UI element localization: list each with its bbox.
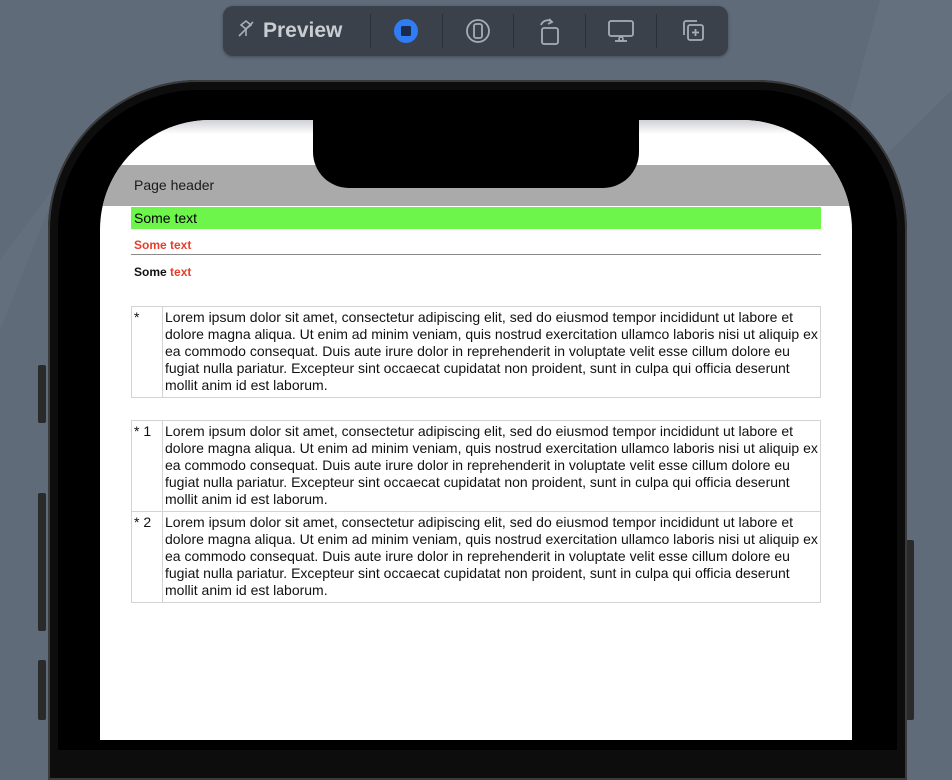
list-marker: * 1 [131, 420, 163, 512]
device-side-button [38, 660, 46, 720]
preview-toolbar: Preview [223, 6, 728, 56]
list-item-text: Lorem ipsum dolor sit amet, consectetur … [162, 511, 821, 603]
display-icon [607, 18, 635, 44]
list-item: * Lorem ipsum dolor sit amet, consectetu… [131, 306, 821, 398]
list-item-text: Lorem ipsum dolor sit amet, consectetur … [162, 306, 821, 398]
green-highlight-text: Some text [131, 207, 821, 229]
list-item-text: Lorem ipsum dolor sit amet, consectetur … [162, 420, 821, 512]
divider [131, 254, 821, 255]
list-item: * 2 Lorem ipsum dolor sit amet, consecte… [131, 511, 821, 603]
preview-label: Preview [263, 19, 343, 42]
device-side-button [38, 365, 46, 423]
rotate-button[interactable] [514, 6, 585, 56]
preview-title: Preview [223, 18, 370, 45]
rotate-icon [537, 16, 563, 46]
preview-pin-icon[interactable] [235, 18, 257, 45]
mixed-text-black: Some [134, 265, 167, 279]
mixed-color-text: Some text [134, 265, 191, 279]
device-settings-icon [465, 18, 491, 44]
live-preview-icon [393, 18, 419, 44]
bullet-list: * Lorem ipsum dolor sit amet, consectetu… [131, 306, 821, 398]
numbered-list: * 1 Lorem ipsum dolor sit amet, consecte… [131, 420, 821, 603]
device-settings-button[interactable] [443, 6, 514, 56]
list-marker: * [131, 306, 163, 398]
display-button[interactable] [586, 6, 657, 56]
duplicate-button[interactable] [657, 6, 728, 56]
device-side-button [38, 493, 46, 631]
device-side-button [906, 540, 914, 720]
mixed-text-red: text [170, 265, 192, 279]
list-marker: * 2 [131, 511, 163, 603]
list-item: * 1 Lorem ipsum dolor sit amet, consecte… [131, 420, 821, 512]
device-screen: Page header Some text Some text Some tex… [100, 120, 852, 740]
duplicate-icon [680, 18, 706, 44]
live-preview-button[interactable] [371, 6, 442, 56]
red-bold-text: Some text [134, 238, 192, 252]
device-notch [313, 118, 639, 188]
